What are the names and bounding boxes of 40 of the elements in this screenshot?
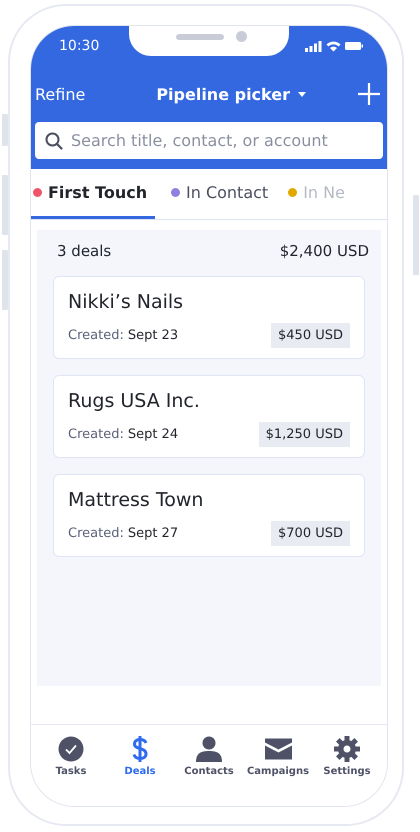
created-date: Sept 23: [128, 328, 178, 343]
deal-card[interactable]: Rugs USA Inc. Created: Sept 24 $1,250 USD: [53, 375, 365, 458]
stage-tab[interactable]: In Contact: [169, 169, 286, 219]
deal-card[interactable]: Mattress Town Created: Sept 27 $700 USD: [53, 474, 365, 557]
nav-tab[interactable]: Campaigns: [244, 729, 312, 806]
nav-tab[interactable]: Tasks: [37, 729, 105, 806]
search-icon: [45, 132, 63, 150]
caret-icon: [298, 92, 306, 96]
created-label: Created:: [68, 526, 124, 541]
signal-icon: [305, 40, 322, 52]
check-circle-icon: [58, 735, 84, 763]
gear-icon: [334, 735, 360, 763]
camera-dot: [236, 31, 247, 42]
nav-tab[interactable]: Deals: [106, 729, 174, 806]
deal-amount: $700 USD: [271, 521, 350, 546]
battery-icon: [345, 41, 363, 51]
search-field[interactable]: Search title, contact, or account: [35, 122, 383, 159]
wifi-icon: [326, 40, 341, 52]
deal-name: Rugs USA Inc.: [68, 390, 201, 412]
status-time: 10:30: [59, 38, 100, 54]
plus-icon: [356, 82, 381, 106]
add-button[interactable]: [356, 82, 381, 106]
deal-name: Mattress Town: [68, 489, 204, 511]
created-date: Sept 24: [128, 427, 178, 442]
deal-total: $2,400 USD: [280, 242, 369, 260]
deal-name: Nikki’s Nails: [68, 291, 184, 313]
created-label: Created:: [68, 328, 124, 343]
deal-amount: $1,250 USD: [258, 422, 350, 447]
created-label: Created:: [68, 427, 124, 442]
deal-card[interactable]: Nikki’s Nails Created: Sept 23 $450 USD: [53, 276, 365, 359]
created-date: Sept 27: [128, 526, 178, 541]
refine-button[interactable]: Refine: [35, 84, 86, 104]
nav-tab[interactable]: Settings: [313, 729, 381, 806]
deal-amount: $450 USD: [271, 323, 350, 348]
deal-count: 3 deals: [57, 242, 112, 260]
person-icon: [195, 735, 223, 763]
speaker-grille: [176, 34, 224, 40]
dollar-icon: [131, 735, 149, 763]
pipeline-picker[interactable]: Pipeline picker: [156, 84, 306, 104]
nav-tab[interactable]: Contacts: [175, 729, 243, 806]
